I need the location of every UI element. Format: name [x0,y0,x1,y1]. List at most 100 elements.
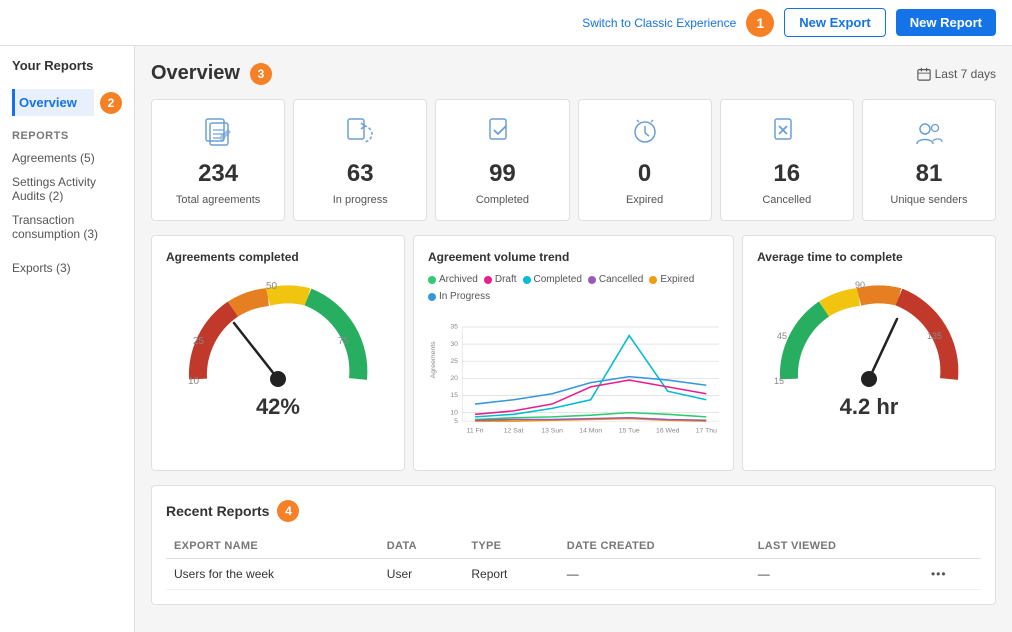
svg-text:5: 5 [454,418,458,425]
sidebar-item-transaction[interactable]: Transaction consumption (3) [0,208,134,246]
new-export-button[interactable]: New Export [784,8,886,37]
legend-draft: Draft [484,274,517,285]
stat-completed: 99 Completed [435,99,569,221]
legend-expired: Expired [649,274,694,285]
switch-link[interactable]: Switch to Classic Experience [582,16,736,30]
col-actions [923,534,981,559]
avg-time-card: Average time to complete 15 45 90 135 [742,235,996,471]
row-actions-menu[interactable]: ••• [931,567,947,581]
sidebar-item-overview[interactable]: Overview [12,89,94,116]
legend-archived: Archived [428,274,478,285]
gauge1-container: 10 25 50 75 42% [166,274,390,434]
reports-table: EXPORT NAME DATA TYPE DATE CREATED LAST … [166,534,981,590]
sidebar: Your Reports Overview 2 REPORTS Agreemen… [0,46,135,632]
page-header: Overview 3 Last 7 days [151,62,996,85]
stat-cancelled-number: 16 [773,160,800,188]
col-last-viewed: LAST VIEWED [750,534,923,559]
cell-export-name: Users for the week [166,559,379,590]
stat-cancelled-label: Cancelled [762,194,811,206]
badge-4: 4 [277,500,299,522]
line-chart-svg: 35 30 25 20 15 10 5 Agreements 11 Fri 12… [428,308,719,453]
svg-text:12 Sat: 12 Sat [504,427,524,434]
gauge2-svg: 15 45 90 135 [769,274,969,404]
stat-inprogress-label: In progress [333,194,388,206]
col-type: TYPE [463,534,558,559]
stat-cancelled: 16 Cancelled [720,99,854,221]
cell-data: User [379,559,464,590]
inprogress-icon [340,114,380,154]
sidebar-title: Your Reports [0,58,134,83]
volume-trend-title: Agreement volume trend [428,250,719,264]
cancelled-icon [767,114,807,154]
cell-last-viewed: — [750,559,923,590]
svg-text:16 Wed: 16 Wed [656,427,680,434]
sidebar-item-exports[interactable]: Exports (3) [0,256,134,280]
gauge1-value: 42% [256,394,300,420]
svg-text:10: 10 [188,376,200,387]
svg-text:14 Mon: 14 Mon [579,427,602,434]
stat-inprogress-number: 63 [347,160,374,188]
stats-row: 234 Total agreements 63 In progress 99 C… [151,99,996,221]
svg-text:25: 25 [450,358,458,365]
recent-reports-card: Recent Reports 4 EXPORT NAME DATA TYPE D… [151,485,996,605]
svg-text:25: 25 [193,336,205,347]
stat-expired: 0 Expired [578,99,712,221]
gauge2-container: 15 45 90 135 4.2 hr [757,274,981,434]
stat-completed-label: Completed [476,194,529,206]
gauge2-value: 4.2 hr [840,394,899,420]
col-export-name: EXPORT NAME [166,534,379,559]
senders-icon [909,114,949,154]
legend-cancelled: Cancelled [588,274,643,285]
stat-expired-number: 0 [638,160,651,188]
stat-total-number: 234 [198,160,238,188]
cell-type: Report [463,559,558,590]
svg-text:11 Fri: 11 Fri [467,427,484,434]
stat-expired-label: Expired [626,194,663,206]
recent-reports-title: Recent Reports [166,503,269,519]
svg-text:15: 15 [774,376,784,386]
svg-text:30: 30 [450,341,458,348]
completed-icon [482,114,522,154]
cell-date-created: — [559,559,750,590]
volume-trend-card: Agreement volume trend Archived Draft Co… [413,235,734,471]
agreements-completed-card: Agreements completed 10 25 50 75 [151,235,405,471]
calendar-icon [917,67,931,81]
recent-reports-header: Recent Reports 4 [166,500,981,522]
svg-text:50: 50 [266,281,278,292]
legend-completed: Completed [523,274,582,285]
new-report-button[interactable]: New Report [896,9,996,36]
gauge1-svg: 10 25 50 75 [178,274,378,404]
page-title: Overview [151,62,240,85]
charts-row: Agreements completed 10 25 50 75 [151,235,996,471]
expired-icon [625,114,665,154]
badge-2: 2 [100,92,122,114]
svg-text:45: 45 [777,331,787,341]
table-header-row: EXPORT NAME DATA TYPE DATE CREATED LAST … [166,534,981,559]
agreements-completed-title: Agreements completed [166,250,390,264]
svg-text:15 Tue: 15 Tue [619,427,640,434]
date-range: Last 7 days [917,67,996,81]
table-row: Users for the week User Report — — ••• [166,559,981,590]
agreements-icon [198,114,238,154]
stat-total-label: Total agreements [176,194,260,206]
svg-text:135: 135 [927,331,942,341]
svg-text:90: 90 [855,280,865,290]
svg-text:20: 20 [450,375,458,382]
stat-completed-number: 99 [489,160,516,188]
svg-text:13 Sun: 13 Sun [541,427,563,434]
sidebar-item-settings[interactable]: Settings Activity Audits (2) [0,170,134,208]
stat-total-agreements: 234 Total agreements [151,99,285,221]
avg-time-title: Average time to complete [757,250,981,264]
main-layout: Your Reports Overview 2 REPORTS Agreemen… [0,46,1012,632]
col-date-created: DATE CREATED [559,534,750,559]
reports-section-label: REPORTS [0,122,134,146]
svg-text:75: 75 [338,336,350,347]
sidebar-item-agreements[interactable]: Agreements (5) [0,146,134,170]
legend-inprogress: In Progress [428,291,490,302]
stat-inprogress: 63 In progress [293,99,427,221]
svg-text:15: 15 [450,392,458,399]
col-data: DATA [379,534,464,559]
main-content: Overview 3 Last 7 days 234 Total agreeme… [135,46,1012,632]
stat-senders-label: Unique senders [890,194,967,206]
badge-1: 1 [746,9,774,37]
